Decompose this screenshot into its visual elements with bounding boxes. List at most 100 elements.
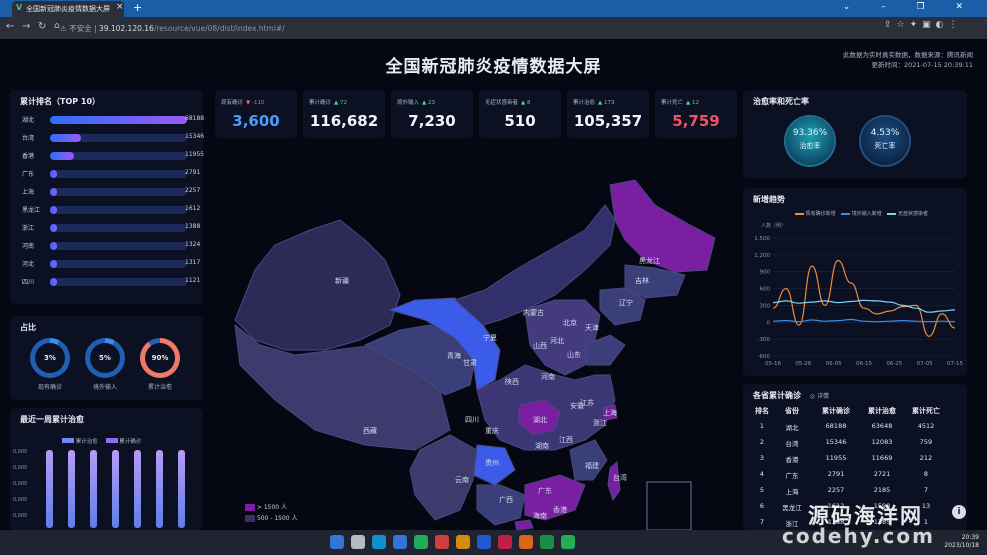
ranking-province: 浙江: [22, 225, 35, 232]
map-hainan[interactable]: [514, 519, 534, 530]
extension-icons[interactable]: ⇪☆✦▣◐⋮: [884, 20, 963, 30]
forward-icon[interactable]: →: [22, 21, 30, 32]
ranking-row[interactable]: 浙江 1388: [20, 222, 205, 234]
weekly-bar: [90, 450, 97, 528]
map-heilongjiang[interactable]: [609, 179, 716, 273]
browser-tab-bar: V 全国新冠肺炎疫情数据大屏 × + ⌄ – ❐ ✕: [0, 0, 987, 17]
trend-title: 新增趋势: [753, 195, 785, 204]
mail-icon[interactable]: [456, 535, 470, 549]
table-cell: 2791: [827, 470, 845, 478]
ratio-value: 90%: [145, 343, 175, 373]
map-fujian[interactable]: [569, 439, 608, 481]
map-xinjiang[interactable]: [234, 219, 401, 351]
weekly-legend: 累计治愈 累计确诊: [62, 437, 141, 445]
info-icon[interactable]: i: [952, 505, 966, 519]
ranking-bar-track: [50, 170, 187, 178]
ranking-row[interactable]: 黑龙江 1612: [20, 204, 205, 216]
app-icon[interactable]: [498, 535, 512, 549]
ranking-bar-track: [50, 206, 187, 214]
map-label: 湖北: [533, 415, 547, 424]
x-tick-label: 06-05: [826, 361, 842, 367]
table-row[interactable]: 3 香港 11955 11669 212: [743, 454, 967, 468]
ranking-value: 1612: [185, 205, 201, 212]
table-header[interactable]: 累计死亡: [907, 406, 945, 416]
ranking-row[interactable]: 河南 1324: [20, 240, 205, 252]
y-tick-label: 1,200: [754, 253, 770, 259]
back-icon[interactable]: ←: [6, 21, 14, 32]
kpi-label: 累计确诊: [309, 100, 332, 106]
ranking-row[interactable]: 上海 2257: [20, 186, 205, 198]
window-controls[interactable]: ⌄ – ❐ ✕: [843, 2, 977, 12]
ranking-row[interactable]: 四川 1121: [20, 276, 205, 288]
new-tab-button[interactable]: +: [133, 1, 142, 14]
table-cell: 2721: [873, 470, 891, 478]
ratio-panel: 占比 3% 现有确诊 5% 境外输入 90% 累计治愈: [10, 316, 203, 400]
table-row[interactable]: 4 广东 2791 2721 8: [743, 470, 967, 484]
ranking-row[interactable]: 台湾 15346: [20, 132, 205, 144]
china-map[interactable]: 新疆 西藏 青海 甘肃 宁夏 内蒙古 黑龙江 吉林 辽宁 北京 天津 河北 山西…: [215, 150, 735, 530]
files-icon[interactable]: [393, 535, 407, 549]
table-header[interactable]: 累计确诊: [817, 406, 855, 416]
x-tick-label: 07-15: [947, 361, 963, 367]
table-row[interactable]: 1 湖北 68188 63648 4512: [743, 422, 967, 436]
weekly-bar: [68, 450, 75, 528]
detail-link[interactable]: ◎ 详情: [810, 393, 829, 400]
trend-panel: 新增趋势 现有确诊新增 境外输入新增 无症状感染者 人数（例） 1,500 1,2…: [743, 188, 967, 376]
ranking-row[interactable]: 湖北 68188: [20, 114, 205, 126]
wechat-icon[interactable]: [561, 535, 575, 549]
map-label: 黑龙江: [639, 256, 660, 265]
table-cell: 63648: [871, 422, 893, 430]
table-row[interactable]: 2 台湾 15346 12083 759: [743, 438, 967, 452]
ranking-bar: [50, 278, 57, 286]
close-tab-icon[interactable]: ×: [116, 2, 124, 12]
store-icon[interactable]: [435, 535, 449, 549]
ranking-row[interactable]: 香港 11955: [20, 150, 205, 162]
ratio-ring: 5%: [85, 338, 125, 378]
vue-logo-icon: V: [16, 3, 23, 12]
map-label: 香港: [553, 505, 567, 514]
security-label: 不安全: [69, 24, 92, 33]
south-china-sea-inset: [646, 481, 692, 530]
ranking-value: 1388: [185, 223, 201, 230]
map-label: 广西: [499, 495, 513, 504]
ranking-bar: [50, 152, 74, 160]
home-icon[interactable]: ⌂: [54, 21, 60, 31]
table-cell: 上海: [785, 488, 799, 496]
table-header[interactable]: 省份: [773, 406, 811, 416]
kpi-card: 无症状感染者 ▲ 8 510: [479, 90, 561, 138]
ranking-row[interactable]: 广东 2791: [20, 168, 205, 180]
ranking-bar: [50, 134, 81, 142]
kpi-card: 累计确诊 ▲ 72 116,682: [303, 90, 385, 138]
start-icon[interactable]: [330, 535, 344, 549]
vscode-icon[interactable]: [414, 535, 428, 549]
legend-swatch: [245, 504, 255, 511]
death-rate-bubble: 4.53% 死亡率: [861, 117, 909, 165]
url-path: /resource/vue/08/dist/index.html#/: [153, 24, 285, 33]
browser-tab[interactable]: V 全国新冠肺炎疫情数据大屏: [12, 1, 124, 17]
reload-icon[interactable]: ↻: [38, 21, 46, 32]
map-guangxi[interactable]: [476, 484, 526, 526]
table-row[interactable]: 5 上海 2257 2185 7: [743, 486, 967, 500]
table-header[interactable]: 累计治愈: [863, 406, 901, 416]
ratio-label: 累计治愈: [147, 384, 172, 391]
ranking-bar-track: [50, 224, 187, 232]
ratio-label: 境外输入: [92, 384, 117, 391]
weekly-bar: [178, 450, 185, 528]
table-cell: 4512: [917, 422, 935, 430]
y-tick-label: 1,500: [754, 236, 770, 242]
search-icon[interactable]: [351, 535, 365, 549]
edge-icon[interactable]: [372, 535, 386, 549]
url-field[interactable]: ⚠ 不安全 | 39.102.120.16/resource/vue/08/di…: [60, 20, 890, 36]
trend-legend: 现有确诊新增 境外输入新增 无症状感染者: [795, 210, 928, 217]
ranking-bar-track: [50, 134, 187, 142]
kpi-value: 116,682: [309, 112, 379, 130]
app-icon[interactable]: [540, 535, 554, 549]
table-cell: 2257: [827, 486, 845, 494]
ranking-row[interactable]: 河北 1317: [20, 258, 205, 270]
page-title: 全国新冠肺炎疫情数据大屏: [385, 57, 602, 77]
explorer-icon[interactable]: [477, 535, 491, 549]
chrome-icon[interactable]: [519, 535, 533, 549]
map-label: 四川: [465, 416, 479, 424]
kpi-label: 累计治愈: [573, 100, 596, 106]
ranking-value: 1317: [185, 259, 201, 266]
